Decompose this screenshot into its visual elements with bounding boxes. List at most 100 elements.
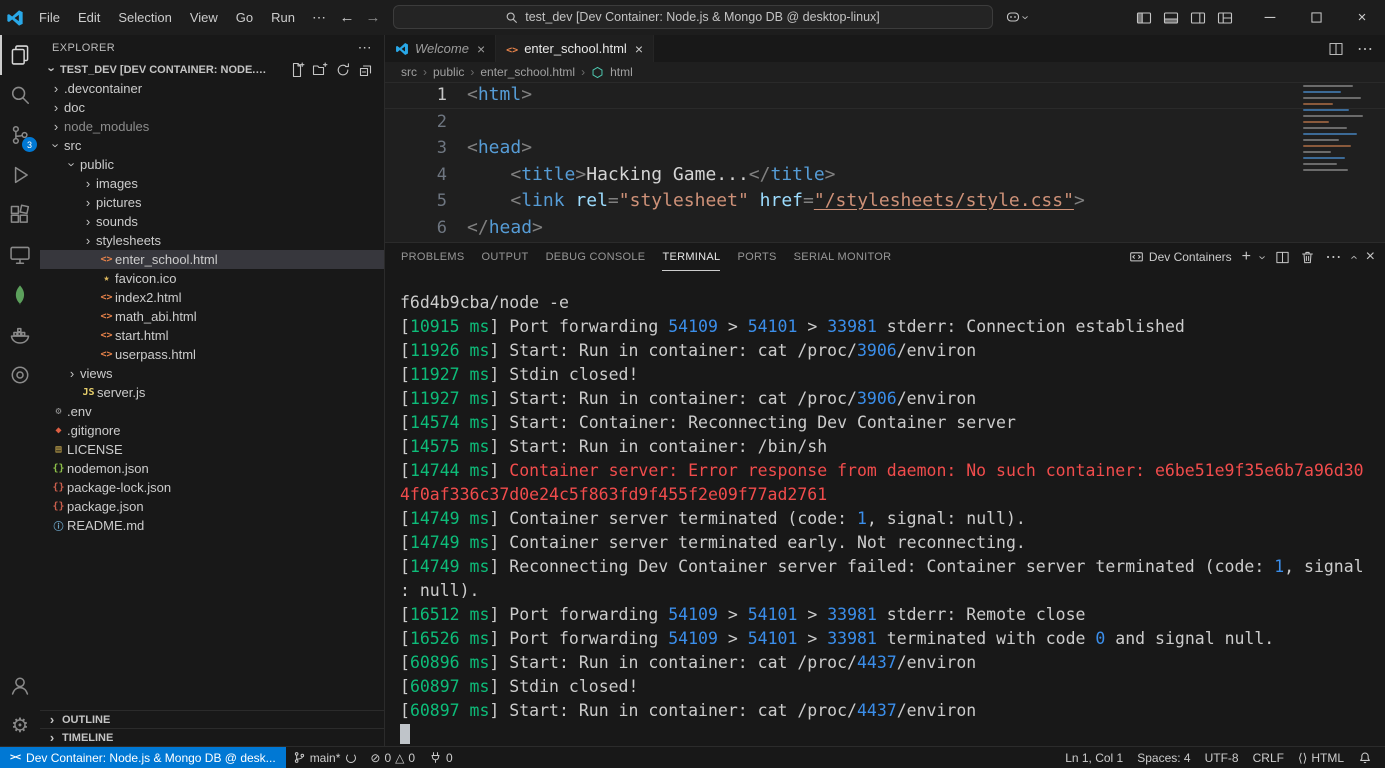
tree-item-label: index2.html (115, 290, 181, 305)
settings-icon[interactable]: ⚙ (0, 706, 40, 746)
menu-view[interactable]: View (181, 0, 227, 35)
toggle-panel-icon[interactable] (1163, 10, 1179, 26)
terminal-profile[interactable]: Dev Containers (1129, 250, 1232, 265)
panel-tab-serial-monitor[interactable]: SERIAL MONITOR (794, 243, 892, 271)
explorer-section-header[interactable]: › TEST_DEV [DEV CONTAINER: NODE.JS & MON… (40, 60, 384, 79)
panel-tab-ports[interactable]: PORTS (737, 243, 776, 271)
close-icon[interactable]: × (635, 41, 643, 57)
tree-item-index2.html[interactable]: <>index2.html (40, 288, 384, 307)
docker-icon[interactable] (0, 315, 40, 355)
tree-item-nodemon.json[interactable]: {}nodemon.json (40, 459, 384, 478)
kill-terminal-icon[interactable] (1300, 250, 1315, 265)
eol-indicator[interactable]: CRLF (1246, 747, 1291, 768)
encoding-indicator[interactable]: UTF-8 (1198, 747, 1246, 768)
tab-welcome[interactable]: Welcome× (385, 35, 496, 62)
terminal[interactable]: f6d4b9cba/node -e[10915 ms] Port forward… (385, 271, 1385, 746)
menu-run[interactable]: Run (262, 0, 304, 35)
tree-item-.gitignore[interactable]: ◆.gitignore (40, 421, 384, 440)
language-indicator[interactable]: ⟨⟩ HTML (1291, 747, 1351, 768)
tree-item-views[interactable]: ›views (40, 364, 384, 383)
collapse-all-icon[interactable] (358, 62, 374, 78)
tree-item-src[interactable]: ›src (40, 136, 384, 155)
panel-tab-output[interactable]: OUTPUT (482, 243, 529, 271)
tree-item-enter_school.html[interactable]: <>enter_school.html (40, 250, 384, 269)
tab-enter_school.html[interactable]: <>enter_school.html× (496, 35, 654, 62)
maximize-button[interactable] (1293, 0, 1339, 35)
ports-indicator[interactable]: 0 (422, 747, 460, 768)
panel-tab-terminal[interactable]: TERMINAL (662, 243, 720, 271)
tree-item-pictures[interactable]: ›pictures (40, 193, 384, 212)
panel-tab-problems[interactable]: PROBLEMS (401, 243, 465, 271)
close-icon[interactable]: × (477, 41, 485, 57)
branch-indicator[interactable]: main* (286, 747, 364, 768)
new-terminal-button[interactable]: + (1242, 249, 1251, 265)
panel-more-actions-icon[interactable]: ⋯ (1325, 247, 1341, 267)
minimize-button[interactable]: ─ (1247, 0, 1293, 35)
command-center[interactable]: test_dev [Dev Container: Node.js & Mongo… (393, 5, 993, 29)
tree-item-server.js[interactable]: JSserver.js (40, 383, 384, 402)
split-editor-icon[interactable] (1328, 41, 1344, 57)
tree-item-favicon.ico[interactable]: ★favicon.ico (40, 269, 384, 288)
explorer-more-actions-icon[interactable]: ⋯ (358, 39, 372, 56)
tree-item-package.json[interactable]: {}package.json (40, 497, 384, 516)
run-debug-icon[interactable] (0, 155, 40, 195)
breadcrumb-item[interactable]: src (401, 65, 417, 79)
tree-item-images[interactable]: ›images (40, 174, 384, 193)
outline-section[interactable]: › OUTLINE (40, 710, 384, 728)
tree-item-stylesheets[interactable]: ›stylesheets (40, 231, 384, 250)
breadcrumb-item[interactable]: html (610, 65, 633, 79)
tree-item-package-lock.json[interactable]: {}package-lock.json (40, 478, 384, 497)
menu-edit[interactable]: Edit (69, 0, 109, 35)
minimap[interactable] (1303, 85, 1379, 175)
split-terminal-icon[interactable] (1275, 250, 1290, 265)
cursor-position[interactable]: Ln 1, Col 1 (1058, 747, 1130, 768)
terminal-text: Container server: Error response from da… (509, 461, 1363, 480)
refresh-icon[interactable] (335, 62, 351, 78)
close-button[interactable]: × (1339, 0, 1385, 35)
timeline-section[interactable]: › TIMELINE (40, 728, 384, 746)
close-panel-icon[interactable]: × (1366, 249, 1375, 265)
new-file-icon[interactable] (289, 62, 305, 78)
tree-item-start.html[interactable]: <>start.html (40, 326, 384, 345)
breadcrumb-item[interactable]: enter_school.html (480, 65, 575, 79)
source-control-icon[interactable]: 3 (0, 115, 40, 155)
tree-item-public[interactable]: ›public (40, 155, 384, 174)
tree-item-README.md[interactable]: ⓘREADME.md (40, 516, 384, 535)
tree-item-doc[interactable]: ›doc (40, 98, 384, 117)
notifications-bell[interactable] (1351, 747, 1379, 768)
tree-item-node_modules[interactable]: ›node_modules (40, 117, 384, 136)
toggle-sidebar-icon[interactable] (1136, 10, 1152, 26)
search-icon[interactable] (0, 75, 40, 115)
menu-overflow-button[interactable]: ⋯ (304, 9, 334, 26)
menu-go[interactable]: Go (227, 0, 262, 35)
editor-more-actions-icon[interactable]: ⋯ (1357, 39, 1373, 59)
terminal-profile-chevron-icon[interactable]: › (1256, 255, 1271, 259)
indentation-indicator[interactable]: Spaces: 4 (1130, 747, 1197, 768)
gitlens-icon[interactable] (0, 355, 40, 395)
menu-file[interactable]: File (30, 0, 69, 35)
toggle-secondary-sidebar-icon[interactable] (1190, 10, 1206, 26)
copilot-menu[interactable]: › (1005, 5, 1028, 29)
breadcrumb-item[interactable]: public (433, 65, 464, 79)
account-icon[interactable] (0, 666, 40, 706)
tree-item-math_abi.html[interactable]: <>math_abi.html (40, 307, 384, 326)
tree-item-.devcontainer[interactable]: ›.devcontainer (40, 79, 384, 98)
mongodb-icon[interactable] (0, 275, 40, 315)
new-folder-icon[interactable] (312, 62, 328, 78)
maximize-panel-icon[interactable]: › (1346, 255, 1361, 259)
customize-layout-icon[interactable] (1217, 10, 1233, 26)
remote-indicator[interactable]: >< Dev Container: Node.js & Mongo DB @ d… (0, 747, 286, 768)
problems-indicator[interactable]: ⊘ 0 △ 0 (363, 747, 422, 768)
menu-selection[interactable]: Selection (109, 0, 180, 35)
tree-item-userpass.html[interactable]: <>userpass.html (40, 345, 384, 364)
panel-tab-debug-console[interactable]: DEBUG CONSOLE (546, 243, 646, 271)
remote-explorer-icon[interactable] (0, 235, 40, 275)
tree-item-.env[interactable]: ⚙.env (40, 402, 384, 421)
explorer-icon[interactable] (0, 35, 40, 75)
go-forward-icon[interactable]: → (360, 9, 386, 26)
go-back-icon[interactable]: ← (334, 9, 360, 26)
tree-item-LICENSE[interactable]: ▤LICENSE (40, 440, 384, 459)
code-editor[interactable]: 1<html>23<head>4 <title>Hacking Game...<… (385, 82, 1385, 242)
tree-item-sounds[interactable]: ›sounds (40, 212, 384, 231)
extensions-icon[interactable] (0, 195, 40, 235)
